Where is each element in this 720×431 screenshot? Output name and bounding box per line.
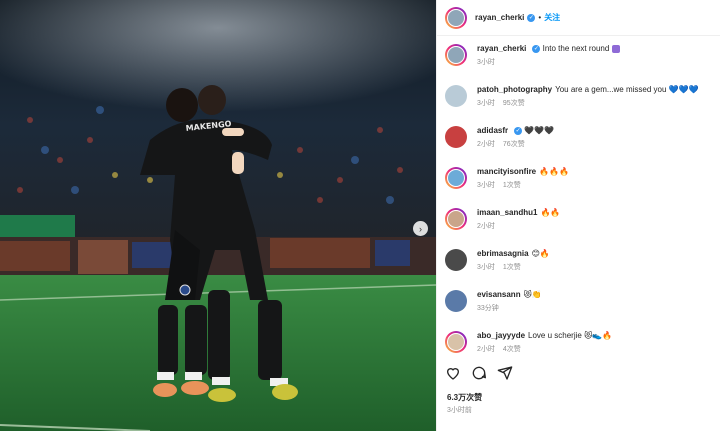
comment-likes[interactable]: 1次赞 (503, 182, 521, 189)
comment-username[interactable]: evisansann (477, 290, 521, 299)
comment-time: 3小时 (477, 264, 495, 271)
comment-time: 3小时 (477, 100, 495, 107)
avatar[interactable] (445, 331, 467, 353)
post-header: rayan_cherki ✓ • 关注 (437, 0, 720, 36)
heart-icon[interactable] (445, 365, 461, 381)
action-bar (445, 365, 513, 381)
avatar[interactable] (445, 6, 467, 29)
comment-text: You are a gem...we missed you 💙💙💙 (555, 85, 699, 94)
comment-text: 🔥🔥🔥 (539, 167, 570, 176)
verified-icon: ✓ (532, 44, 541, 53)
comment-item: mancityisonfire 🔥🔥🔥 3小时 1次赞 (445, 167, 712, 190)
comment-time: 3小时 (477, 182, 495, 189)
comment-item: adidasfr ✓ 🖤🖤🖤 2小时 76次赞 (445, 126, 712, 149)
avatar[interactable] (445, 167, 467, 189)
comment-likes[interactable]: 95次赞 (503, 100, 525, 107)
comment-likes[interactable]: 1次赞 (503, 264, 521, 271)
comment-text: 😻👏 (523, 290, 542, 299)
comment-item: imaan_sandhu1 🔥🔥 2小时 (445, 208, 712, 231)
like-count[interactable]: 6.3万次赞 (447, 392, 482, 403)
comment-icon[interactable] (471, 365, 487, 381)
caption: rayan_cherki ✓ Into the next round 3小时 (445, 44, 712, 67)
comment-text: 🖤🖤🖤 (524, 126, 555, 135)
post-sidebar: rayan_cherki ✓ • 关注 rayan_cherki ✓ Into t… (436, 0, 720, 431)
comment-username[interactable]: adidasfr (477, 126, 508, 135)
comment-item: ebrimasagnia 😊🔥 3小时 1次赞 (445, 249, 712, 272)
caption-username[interactable]: rayan_cherki (477, 44, 526, 53)
avatar[interactable] (445, 290, 467, 312)
caption-text: Into the next round (542, 44, 610, 53)
check-emoji-icon (611, 44, 620, 53)
avatar[interactable] (445, 249, 467, 271)
verified-icon: ✓ (514, 126, 523, 135)
comment-time: 2小时 (477, 346, 495, 353)
next-arrow-icon[interactable]: › (413, 221, 428, 236)
share-icon[interactable] (497, 365, 513, 381)
comment-text: 🔥🔥 (540, 208, 561, 217)
separator: • (538, 13, 542, 22)
comment-likes[interactable]: 4次赞 (503, 346, 521, 353)
avatar[interactable] (445, 208, 467, 230)
comment-time: 2小时 (477, 141, 495, 148)
comment-item: evisansann 😻👏 33分钟 (445, 290, 712, 313)
comment-text: 😊🔥 (531, 249, 550, 258)
comment-username[interactable]: patoh_photography (477, 85, 552, 94)
comment-time: 2小时 (477, 223, 495, 230)
caption-time: 3小时 (477, 59, 495, 66)
post-photo[interactable]: MAKENGO › (0, 0, 436, 431)
avatar[interactable] (445, 85, 467, 107)
avatar[interactable] (445, 126, 467, 148)
comment-username[interactable]: ebrimasagnia (477, 249, 529, 258)
comment-username[interactable]: mancityisonfire (477, 167, 536, 176)
post-time: 3小时前 (447, 407, 472, 414)
verified-icon: ✓ (527, 13, 536, 22)
comment-time: 33分钟 (477, 305, 499, 312)
follow-button[interactable]: 关注 (544, 12, 560, 23)
header-username[interactable]: rayan_cherki (475, 13, 524, 22)
comment-item: abo_jayyyde Love u scherjie 😻👟🔥 2小时 4次赞 (445, 331, 712, 354)
comment-username[interactable]: imaan_sandhu1 (477, 208, 537, 217)
comment-text: Love u scherjie 😻👟🔥 (528, 331, 613, 340)
avatar[interactable] (445, 44, 467, 66)
comment-username[interactable]: abo_jayyyde (477, 331, 525, 340)
comment-likes[interactable]: 76次赞 (503, 141, 525, 148)
comment-item: patoh_photography You are a gem...we miss… (445, 85, 712, 108)
